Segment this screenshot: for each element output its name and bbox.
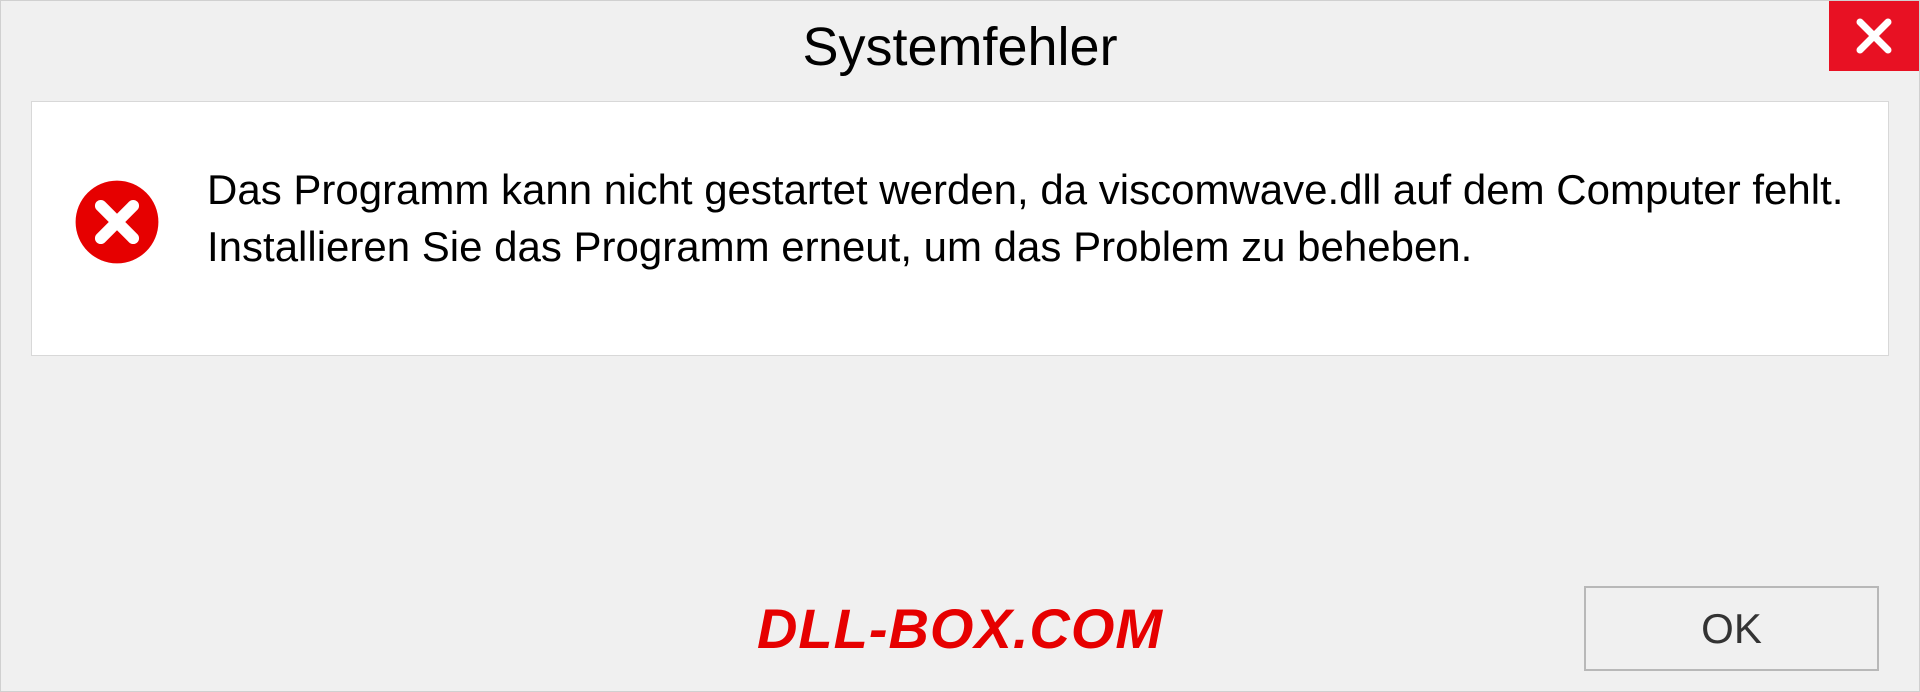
dialog-footer: DLL-BOX.COM OK xyxy=(1,586,1919,671)
content-panel: Das Programm kann nicht gestartet werden… xyxy=(31,101,1889,356)
ok-button[interactable]: OK xyxy=(1584,586,1879,671)
titlebar: Systemfehler xyxy=(1,1,1919,96)
close-button[interactable] xyxy=(1829,1,1919,71)
close-icon xyxy=(1853,15,1895,57)
watermark-text: DLL-BOX.COM xyxy=(757,596,1163,661)
dialog-title: Systemfehler xyxy=(802,16,1117,78)
error-icon xyxy=(72,177,162,267)
error-dialog: Systemfehler Das Programm kann nicht ges… xyxy=(0,0,1920,692)
error-message: Das Programm kann nicht gestartet werden… xyxy=(207,162,1848,275)
